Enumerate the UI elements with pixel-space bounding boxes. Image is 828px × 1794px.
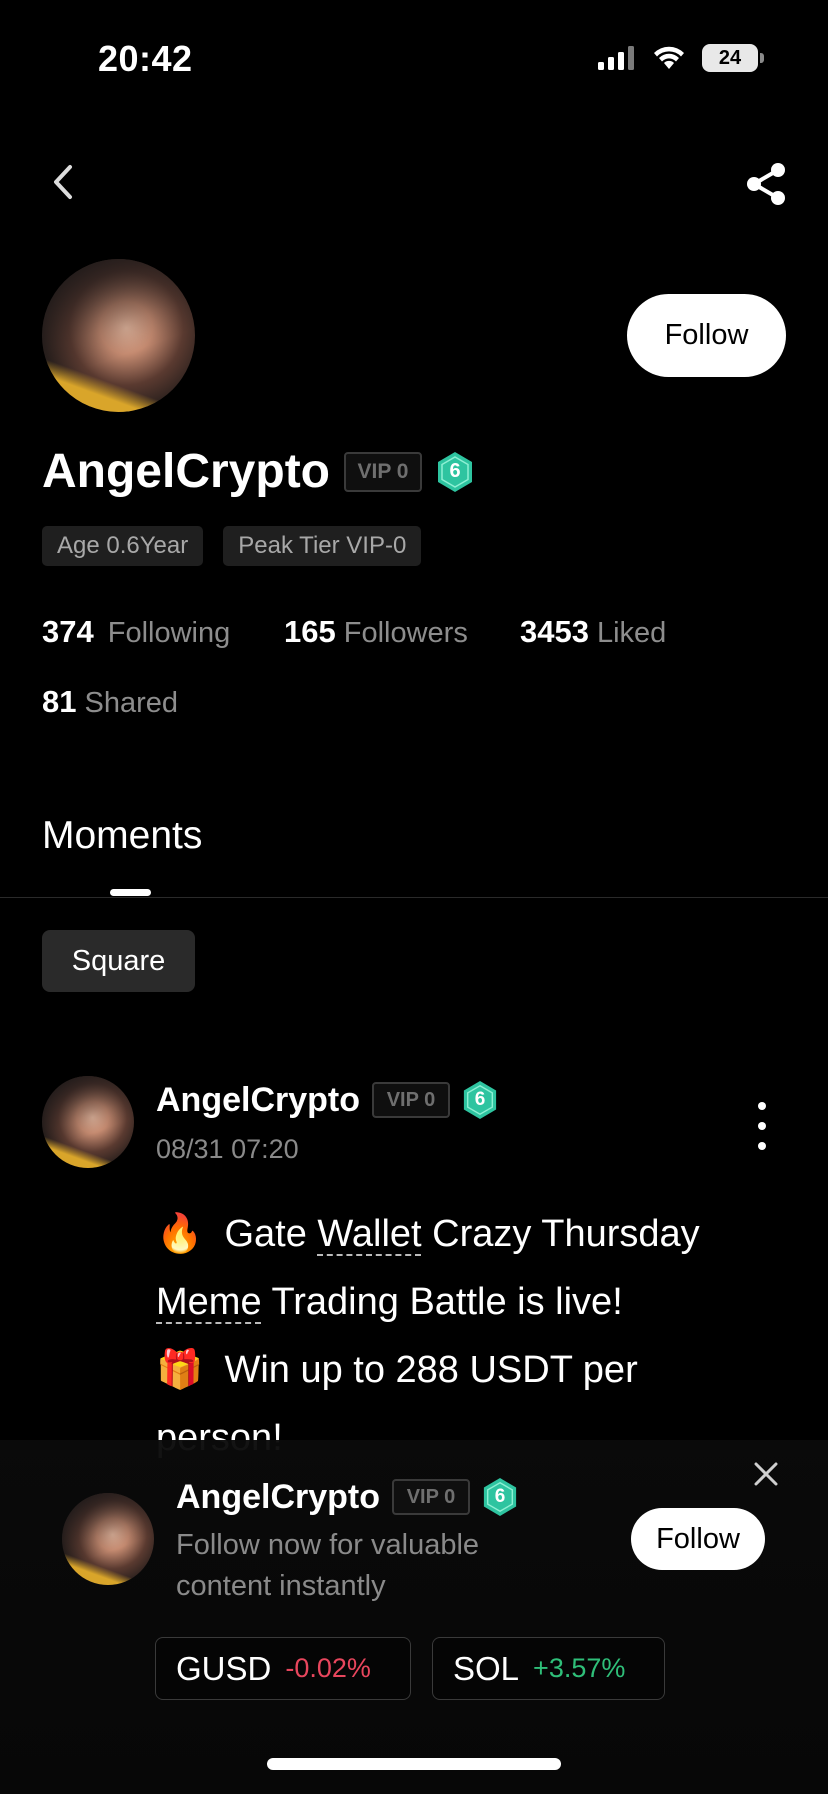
stat-shared-value: 81 (42, 684, 77, 719)
age-tag: Age 0.6Year (42, 526, 204, 566)
close-popup-button[interactable] (748, 1456, 784, 1492)
post-level-badge: 6 (462, 1080, 498, 1120)
popup-description: Follow now for valuable content instantl… (176, 1529, 480, 1602)
ticker-symbol: GUSD (176, 1649, 272, 1687)
peak-tier-tag: Peak Tier VIP-0 (223, 526, 422, 566)
popup-name-row: AngelCrypto VIP 0 6 (176, 1477, 518, 1517)
popup-level-number: 6 (494, 1486, 506, 1507)
ticker-change: -0.02% (285, 1653, 371, 1683)
share-icon (747, 163, 785, 205)
post-text-segment: Trading Battle is live! (261, 1281, 623, 1323)
stat-followers-label: Followers (343, 617, 468, 649)
back-button[interactable] (38, 158, 86, 206)
ticker-change: +3.57% (533, 1653, 626, 1683)
ticker-gusd[interactable]: GUSD -0.02% (155, 1637, 411, 1700)
post-line-2: Meme Trading Battle is live! (156, 1268, 776, 1336)
home-indicator[interactable] (267, 1758, 561, 1770)
more-dot (758, 1142, 766, 1150)
more-dot (758, 1122, 766, 1130)
stat-shared[interactable]: 81 Shared (42, 684, 178, 720)
filter-square-chip[interactable]: Square (42, 930, 195, 992)
follow-button[interactable]: Follow (627, 294, 786, 377)
popup-vip-badge: VIP 0 (392, 1479, 470, 1515)
more-options-button[interactable] (750, 1102, 774, 1150)
stat-shared-label: Shared (84, 687, 178, 719)
gift-emoji: 🎁 (156, 1349, 204, 1391)
wallet-link[interactable]: Wallet (317, 1213, 421, 1255)
ticker-symbol: SOL (453, 1649, 520, 1687)
ticker-sol[interactable]: SOL +3.57% (432, 1637, 665, 1700)
post-line-3: 🎁 Win up to 288 USDT per (156, 1336, 776, 1404)
post-author-avatar[interactable] (42, 1076, 134, 1168)
stat-following[interactable]: 374 Following (42, 614, 230, 650)
tab-moments[interactable]: Moments (42, 814, 202, 858)
post-line-1: 🔥 Gate Wallet Crazy Thursday (156, 1200, 776, 1268)
cellular-signal-icon (598, 46, 634, 70)
stat-liked[interactable]: 3453 Liked (520, 614, 666, 650)
stat-followers[interactable]: 165 Followers (284, 614, 468, 650)
share-button[interactable] (740, 158, 792, 210)
stat-following-label: Following (107, 617, 231, 649)
close-icon (754, 1462, 778, 1486)
profile-tags: Age 0.6Year Peak Tier VIP-0 (42, 526, 422, 566)
post-level-number: 6 (474, 1089, 486, 1110)
popup-name: AngelCrypto (176, 1477, 380, 1516)
post-body[interactable]: 🔥 Gate Wallet Crazy Thursday Meme Tradin… (156, 1200, 776, 1472)
level-badge: 6 (436, 451, 474, 493)
vip-badge: VIP 0 (344, 451, 422, 492)
chevron-left-icon (54, 165, 72, 199)
stat-following-value: 374 (42, 614, 94, 649)
meme-link[interactable]: Meme (156, 1281, 262, 1323)
popup-avatar[interactable] (62, 1493, 154, 1585)
post-text-segment: Gate (224, 1213, 318, 1255)
stat-followers-value: 165 (284, 614, 336, 649)
status-time: 20:42 (98, 38, 193, 79)
level-number: 6 (449, 460, 461, 482)
more-dot (758, 1102, 766, 1110)
post-vip-badge: VIP 0 (372, 1082, 450, 1118)
tab-indicator (110, 889, 151, 896)
status-icons: 24 (596, 44, 764, 72)
fire-emoji: 🔥 (156, 1213, 204, 1255)
post-text-segment: Win up to 288 USDT per (224, 1349, 638, 1391)
popup-follow-button[interactable]: Follow (631, 1508, 765, 1570)
battery-icon: 24 (702, 44, 764, 72)
tab-divider (0, 897, 828, 898)
post-author-name[interactable]: AngelCrypto (156, 1081, 360, 1120)
profile-name-row: AngelCrypto VIP 0 6 (42, 444, 474, 499)
stat-liked-value: 3453 (520, 614, 589, 649)
popup-level-badge: 6 (482, 1477, 518, 1517)
post-timestamp: 08/31 07:20 (156, 1134, 299, 1164)
post-author-row: AngelCrypto VIP 0 6 (156, 1080, 498, 1120)
profile-avatar[interactable] (42, 259, 195, 412)
stat-liked-label: Liked (596, 617, 667, 649)
profile-name: AngelCrypto (42, 445, 330, 498)
wifi-icon (654, 46, 684, 69)
post-text-segment: Crazy Thursday (421, 1213, 700, 1255)
